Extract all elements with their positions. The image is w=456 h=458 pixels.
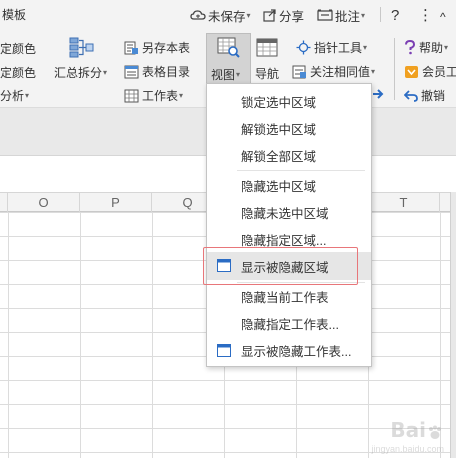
summary-split-button[interactable]: 汇总拆分 ▾ [54, 36, 107, 81]
view-button[interactable]: 视图 ▾ [206, 33, 251, 85]
menu-item-label: 隐藏选中区域 [241, 179, 317, 194]
undo-button[interactable]: 撤销 [404, 87, 445, 104]
related-values-icon [292, 65, 306, 78]
indicator-tools-label: 指针工具 [314, 41, 363, 55]
save-sheet-label: 另存本表 [142, 41, 191, 55]
chevron-down-icon: ▾ [246, 10, 251, 20]
share-label: 分享 [279, 9, 305, 24]
related-values-button[interactable]: 关注相同值 ▾ [292, 63, 375, 80]
divider [394, 38, 395, 100]
window-icon [217, 344, 231, 357]
highlight-box [203, 247, 358, 285]
more-icon[interactable]: ⋮ [418, 6, 433, 24]
chevron-down-icon: ▾ [236, 70, 241, 79]
save-sheet-icon [124, 41, 138, 54]
unsaved-label: 未保存 [208, 9, 246, 24]
sheet-toc-label: 表格目录 [142, 65, 191, 79]
help-button[interactable]: 帮助 ▾ [404, 39, 448, 56]
view-label: 视图 [211, 68, 236, 82]
baidu-watermark: Bai jingyan.baidu.com [371, 418, 444, 454]
chevron-down-icon: ▾ [25, 91, 30, 100]
analysis-label: 分析 [0, 89, 25, 103]
summary-split-label: 汇总拆分 [54, 66, 103, 80]
undo-icon [404, 90, 418, 102]
column-header-o[interactable]: O [8, 193, 80, 212]
menu-item-label: 隐藏当前工作表 [241, 290, 329, 305]
menu-item-label: 隐藏指定区域... [241, 233, 327, 248]
undo-label: 撤销 [421, 89, 446, 103]
watermark-subtext: jingyan.baidu.com [371, 444, 444, 454]
save-sheet-button[interactable]: 另存本表 [124, 39, 190, 56]
menu-item-label: 隐藏未选中区域 [241, 206, 329, 221]
help-icon [405, 40, 416, 55]
fix-color-button-1[interactable]: 定颜色 [0, 40, 36, 57]
share-icon [263, 8, 276, 22]
fix-color-button-2[interactable]: 定颜色 [0, 64, 36, 81]
chevron-down-icon: ▾ [363, 43, 368, 52]
menu-item-lock-selected[interactable]: 锁定选中区域 [207, 88, 371, 114]
menu-item-label: 显示被隐藏工作表... [241, 344, 352, 359]
column-header-t[interactable]: T [368, 193, 440, 212]
arrow-right-icon [373, 89, 384, 99]
worksheet-button[interactable]: 工作表 ▾ [124, 87, 183, 104]
menu-item-label: 解锁选中区域 [241, 122, 317, 137]
comment-button[interactable]: 批注 ▾ [317, 6, 365, 24]
top-bar: 模板 未保存 ▾ 分享 批注 ▾ ? ⋮ ^ [0, 0, 456, 28]
chevron-down-icon: ▾ [103, 68, 108, 77]
cloud-icon [190, 10, 206, 20]
column-header-p[interactable]: P [80, 193, 152, 212]
menu-item-label: 解锁全部区域 [241, 149, 317, 164]
worksheet-icon [124, 89, 139, 102]
sheet-toc-button[interactable]: 表格目录 [124, 63, 190, 80]
menu-item-show-hidden-sheet[interactable]: 显示被隐藏工作表... [207, 337, 371, 363]
help-label: 帮助 [419, 41, 444, 55]
view-icon [217, 37, 240, 58]
chevron-down-icon: ▾ [179, 91, 184, 100]
menu-item-label: 锁定选中区域 [241, 95, 317, 110]
nav-button[interactable]: 导航 [255, 37, 279, 82]
indicator-tools-button[interactable]: 指针工具 ▾ [296, 39, 367, 56]
related-values-label: 关注相同值 [310, 65, 371, 79]
member-label: 会员工 [422, 65, 456, 79]
chevron-down-icon: ▾ [444, 43, 449, 52]
chevron-down-icon: ▾ [371, 67, 376, 76]
share-button[interactable]: 分享 [263, 6, 304, 24]
menu-item-hide-current-sheet[interactable]: 隐藏当前工作表 [207, 283, 371, 309]
sheet-toc-icon [124, 65, 139, 78]
comment-icon [317, 9, 333, 21]
column-header-edge [0, 193, 8, 212]
member-icon [405, 65, 418, 78]
unsaved-button[interactable]: 未保存 ▾ [190, 6, 251, 24]
summary-split-icon [69, 37, 94, 58]
analysis-button[interactable]: 分析 ▾ [0, 87, 29, 104]
nav-label: 导航 [255, 67, 280, 81]
menu-item-label: 隐藏指定工作表... [241, 317, 339, 332]
menu-item-unlock-selected[interactable]: 解锁选中区域 [207, 115, 371, 141]
template-tab[interactable]: 模板 [2, 6, 26, 23]
menu-item-hide-selected[interactable]: 隐藏选中区域 [207, 172, 371, 198]
help-icon[interactable]: ? [391, 6, 399, 24]
chevron-down-icon: ▾ [361, 10, 366, 20]
crosshair-icon [296, 40, 311, 55]
menu-item-hide-unselected[interactable]: 隐藏未选中区域 [207, 199, 371, 225]
nav-icon [256, 38, 278, 57]
comment-label: 批注 [335, 9, 361, 24]
worksheet-label: 工作表 [142, 89, 179, 103]
menu-divider [237, 170, 365, 171]
vertical-scrollbar[interactable] [450, 192, 456, 458]
member-button[interactable]: 会员工 [404, 63, 456, 80]
divider [380, 7, 381, 22]
menu-item-unlock-all[interactable]: 解锁全部区域 [207, 142, 371, 168]
menu-item-hide-specified-sheet[interactable]: 隐藏指定工作表... [207, 310, 371, 336]
watermark-text: Bai [390, 418, 426, 442]
view-dropdown-menu: 锁定选中区域 解锁选中区域 解锁全部区域 隐藏选中区域 隐藏未选中区域 隐藏指定… [206, 83, 372, 367]
paw-icon [429, 425, 441, 439]
collapse-icon[interactable]: ^ [440, 8, 446, 26]
